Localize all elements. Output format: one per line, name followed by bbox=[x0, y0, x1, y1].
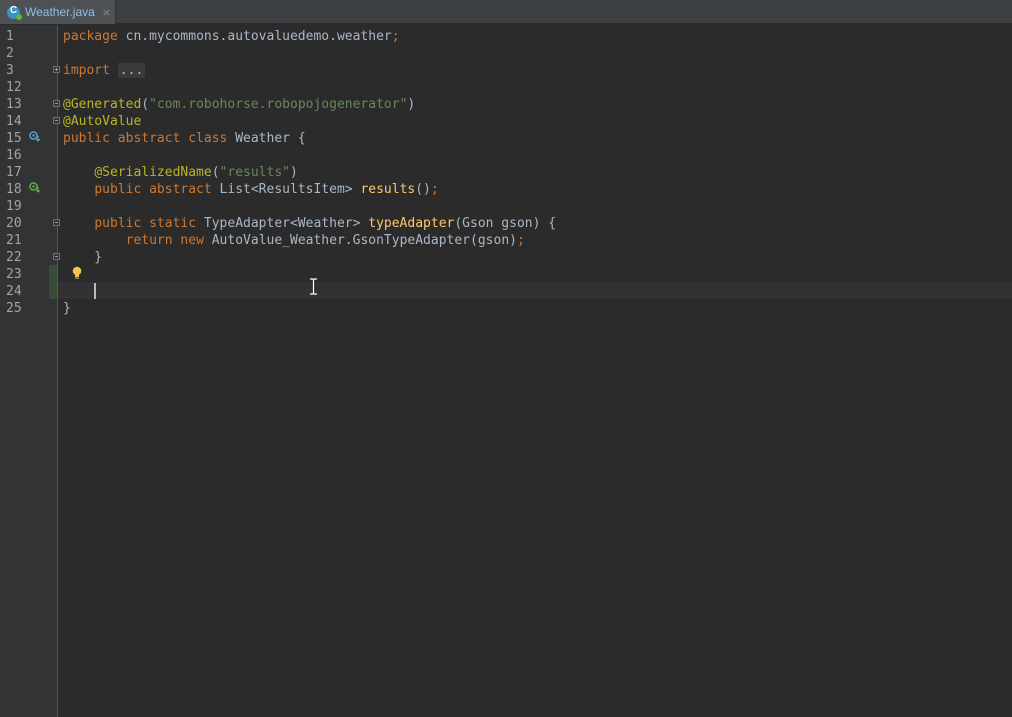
current-line-highlight bbox=[58, 282, 1012, 299]
code-line[interactable]: public abstract class Weather { bbox=[63, 130, 306, 147]
code-token: ) bbox=[407, 97, 416, 112]
vcs-change-marker[interactable] bbox=[49, 265, 57, 299]
code-token: ; bbox=[391, 29, 400, 44]
code-line[interactable]: @SerializedName("results") bbox=[63, 164, 298, 181]
code-token: ( bbox=[141, 97, 150, 112]
code-token: ( bbox=[211, 165, 220, 180]
fold-collapse-class-icon[interactable] bbox=[53, 100, 60, 107]
code-token: cn.mycommons.autovaluedemo.weather bbox=[117, 29, 392, 44]
code-token: typeAdapter bbox=[368, 216, 455, 231]
code-token: ; bbox=[430, 182, 439, 197]
line-number: 17 bbox=[6, 165, 22, 180]
code-token: import bbox=[63, 63, 110, 78]
code-token: } bbox=[63, 250, 103, 265]
code-line[interactable]: package cn.mycommons.autovaluedemo.weath… bbox=[63, 28, 400, 45]
code-token: results bbox=[360, 182, 416, 197]
line-number: 21 bbox=[6, 233, 22, 248]
fold-expand-imports-icon[interactable] bbox=[53, 66, 60, 73]
line-number: 14 bbox=[6, 114, 22, 129]
code-token: List<ResultsItem> bbox=[211, 182, 361, 197]
code-token: } bbox=[63, 301, 71, 316]
code-line[interactable]: } bbox=[63, 249, 102, 266]
folded-imports[interactable]: ... bbox=[117, 63, 146, 78]
line-number: 12 bbox=[6, 80, 22, 95]
code-token: @SerializedName bbox=[94, 165, 212, 180]
line-number: 24 bbox=[6, 284, 22, 299]
code-editor[interactable] bbox=[58, 25, 1012, 717]
ide-window: Weather.java × 1 package cn.mycommons.aut… bbox=[0, 0, 1012, 717]
code-token: package bbox=[63, 29, 118, 44]
implemented-method-icon[interactable] bbox=[29, 182, 40, 193]
java-class-icon bbox=[7, 5, 22, 20]
implemented-class-icon[interactable] bbox=[29, 131, 40, 142]
line-number: 2 bbox=[6, 46, 14, 61]
fold-end-annotation-icon[interactable] bbox=[53, 117, 60, 124]
line-number: 22 bbox=[6, 250, 22, 265]
code-token: () bbox=[415, 182, 431, 197]
line-number: 13 bbox=[6, 97, 22, 112]
lightbulb-intention-icon[interactable] bbox=[71, 266, 83, 280]
code-line[interactable]: @Generated("com.robohorse.robopojogenera… bbox=[63, 96, 415, 113]
code-token: public static bbox=[94, 216, 197, 231]
text-caret bbox=[94, 283, 96, 299]
code-token: public abstract bbox=[94, 182, 212, 197]
code-line[interactable]: return new AutoValue_Weather.GsonTypeAda… bbox=[63, 232, 525, 249]
close-tab-icon[interactable]: × bbox=[102, 6, 111, 19]
code-token: "com.robohorse.robopojogenerator" bbox=[149, 97, 408, 112]
code-line[interactable]: @AutoValue bbox=[63, 113, 141, 130]
code-token: public abstract class bbox=[63, 131, 228, 146]
code-line[interactable]: public static TypeAdapter<Weather> typeA… bbox=[63, 215, 556, 232]
line-number: 20 bbox=[6, 216, 22, 231]
fold-end-method-icon[interactable] bbox=[53, 253, 60, 260]
line-number: 3 bbox=[6, 63, 14, 78]
editor-tab-bar: Weather.java × bbox=[0, 0, 1012, 24]
line-number: 1 bbox=[6, 29, 14, 44]
line-number: 16 bbox=[6, 148, 22, 163]
code-token: ) bbox=[290, 165, 298, 180]
code-token: @AutoValue bbox=[63, 114, 142, 129]
code-line[interactable]: } bbox=[63, 300, 71, 317]
line-number: 19 bbox=[6, 199, 22, 214]
line-number: 15 bbox=[6, 131, 22, 146]
code-token: ; bbox=[516, 233, 525, 248]
fold-collapse-method-icon[interactable] bbox=[53, 219, 60, 226]
code-token: "results" bbox=[219, 165, 290, 180]
line-number: 25 bbox=[6, 301, 22, 316]
code-token: Weather { bbox=[227, 131, 306, 146]
text-cursor-icon bbox=[310, 278, 317, 295]
code-token: @Generated bbox=[63, 97, 142, 112]
line-number: 23 bbox=[6, 267, 22, 282]
tab-label: Weather.java bbox=[25, 5, 95, 19]
code-token: return new bbox=[125, 233, 204, 248]
code-token: TypeAdapter<Weather> bbox=[196, 216, 369, 231]
code-line[interactable]: public abstract List<ResultsItem> result… bbox=[63, 181, 439, 198]
code-line[interactable]: import ... bbox=[63, 62, 146, 79]
line-number: 18 bbox=[6, 182, 22, 197]
tab-weather-java[interactable]: Weather.java × bbox=[0, 0, 116, 24]
code-token: (Gson gson) { bbox=[454, 216, 557, 231]
code-token: AutoValue_Weather.GsonTypeAdapter(gson) bbox=[203, 233, 517, 248]
